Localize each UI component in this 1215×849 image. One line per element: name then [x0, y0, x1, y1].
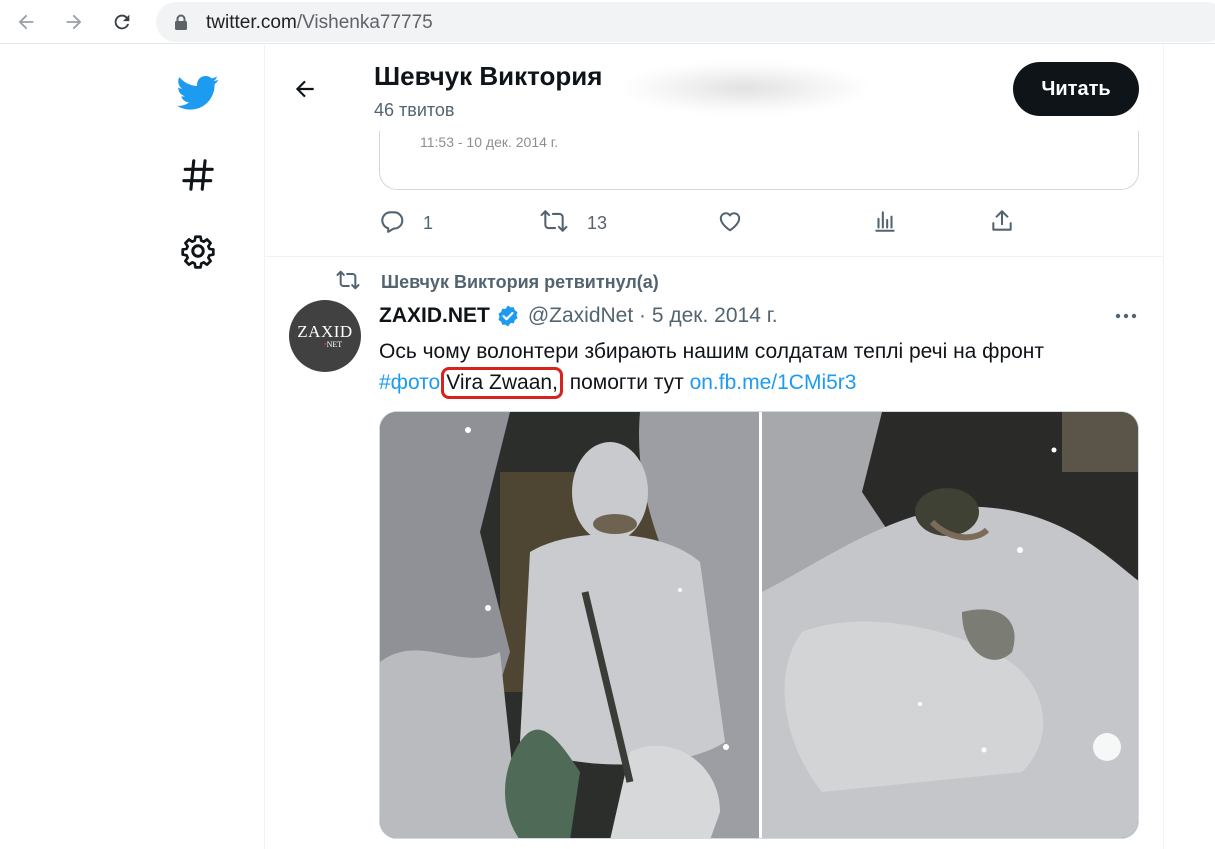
back-arrow-icon[interactable]: [12, 8, 40, 36]
gear-icon[interactable]: [170, 223, 226, 279]
tweet-text-line-1: Ось чому волонтери збирають нашим солдат…: [379, 340, 1045, 363]
retweet-icon: [335, 269, 361, 296]
browser-toolbar: twitter.com/Vishenka77775: [0, 0, 1215, 44]
tweet-divider: [265, 256, 1163, 257]
reload-icon[interactable]: [108, 8, 136, 36]
tweet-media-grid: [379, 411, 1139, 839]
analytics-button[interactable]: [872, 205, 898, 241]
lock-icon: [174, 14, 188, 35]
retweet-indicator[interactable]: Шевчук Виктория ретвитнул(а): [335, 270, 659, 294]
avatar-logo-subtext: •NET: [323, 340, 343, 349]
author-name[interactable]: ZAXID.NET: [379, 304, 490, 328]
like-button[interactable]: [717, 205, 743, 241]
tweet-text-middle: помогти тут: [563, 371, 690, 394]
retweet-icon: [539, 208, 569, 239]
tweet-author-row: ZAXID.NET @ZaxidNet · 5 дек. 2014 г.: [379, 302, 778, 330]
external-link[interactable]: on.fb.me/1CMi5r3: [690, 371, 857, 394]
more-options-icon[interactable]: [1110, 302, 1142, 330]
left-navigation: [0, 45, 264, 849]
verified-badge-icon: [496, 304, 520, 328]
retweet-label: Шевчук Виктория ретвитнул(а): [381, 271, 659, 292]
url-text: twitter.com/Vishenka77775: [206, 12, 433, 33]
retweet-button[interactable]: 13: [539, 205, 607, 241]
reply-button[interactable]: 1: [379, 205, 433, 241]
analytics-icon: [872, 208, 898, 239]
avatar[interactable]: ZAXID •NET: [289, 300, 361, 372]
tweet-action-bar: 1 13: [379, 205, 1139, 241]
photo-soldier-sitting[interactable]: [380, 412, 759, 839]
hashtag-link[interactable]: #фото: [379, 371, 440, 394]
forward-arrow-icon[interactable]: [60, 8, 88, 36]
author-handle-and-date[interactable]: @ZaxidNet · 5 дек. 2014 г.: [528, 304, 778, 328]
back-arrow-icon[interactable]: [287, 71, 323, 107]
reply-count: 1: [423, 212, 434, 233]
tweet-text-line-2: #фото Vira Zwaan, помогти тут on.fb.me/1C…: [379, 367, 1139, 399]
photo-soldier-lying[interactable]: [762, 412, 1139, 839]
profile-header: Шевчук Виктория 46 твитов Читать: [265, 45, 1163, 131]
column-divider-right: [1163, 45, 1164, 849]
twitter-bird-icon[interactable]: [170, 65, 226, 121]
retweet-count: 13: [587, 212, 608, 233]
profile-name: Шевчук Виктория: [374, 61, 603, 91]
share-icon: [989, 208, 1015, 239]
column-divider-left: [264, 45, 265, 849]
heart-icon: [717, 208, 743, 239]
share-button[interactable]: [989, 205, 1015, 241]
address-bar[interactable]: twitter.com/Vishenka77775: [156, 2, 1215, 42]
reply-icon: [379, 208, 405, 239]
blurred-region: [625, 63, 865, 113]
quoted-tweet-time: 11:53 - 10 дек. 2014 г.: [420, 134, 559, 150]
hashtag-icon[interactable]: [170, 147, 226, 203]
tweet-text: Ось чому волонтери збирають нашим солдат…: [379, 337, 1139, 399]
highlighted-mention: Vira Zwaan,: [441, 367, 563, 399]
tweet-count: 46 твитов: [374, 100, 455, 120]
follow-button[interactable]: Читать: [1013, 62, 1139, 116]
avatar-logo-text: ZAXID: [297, 322, 353, 341]
